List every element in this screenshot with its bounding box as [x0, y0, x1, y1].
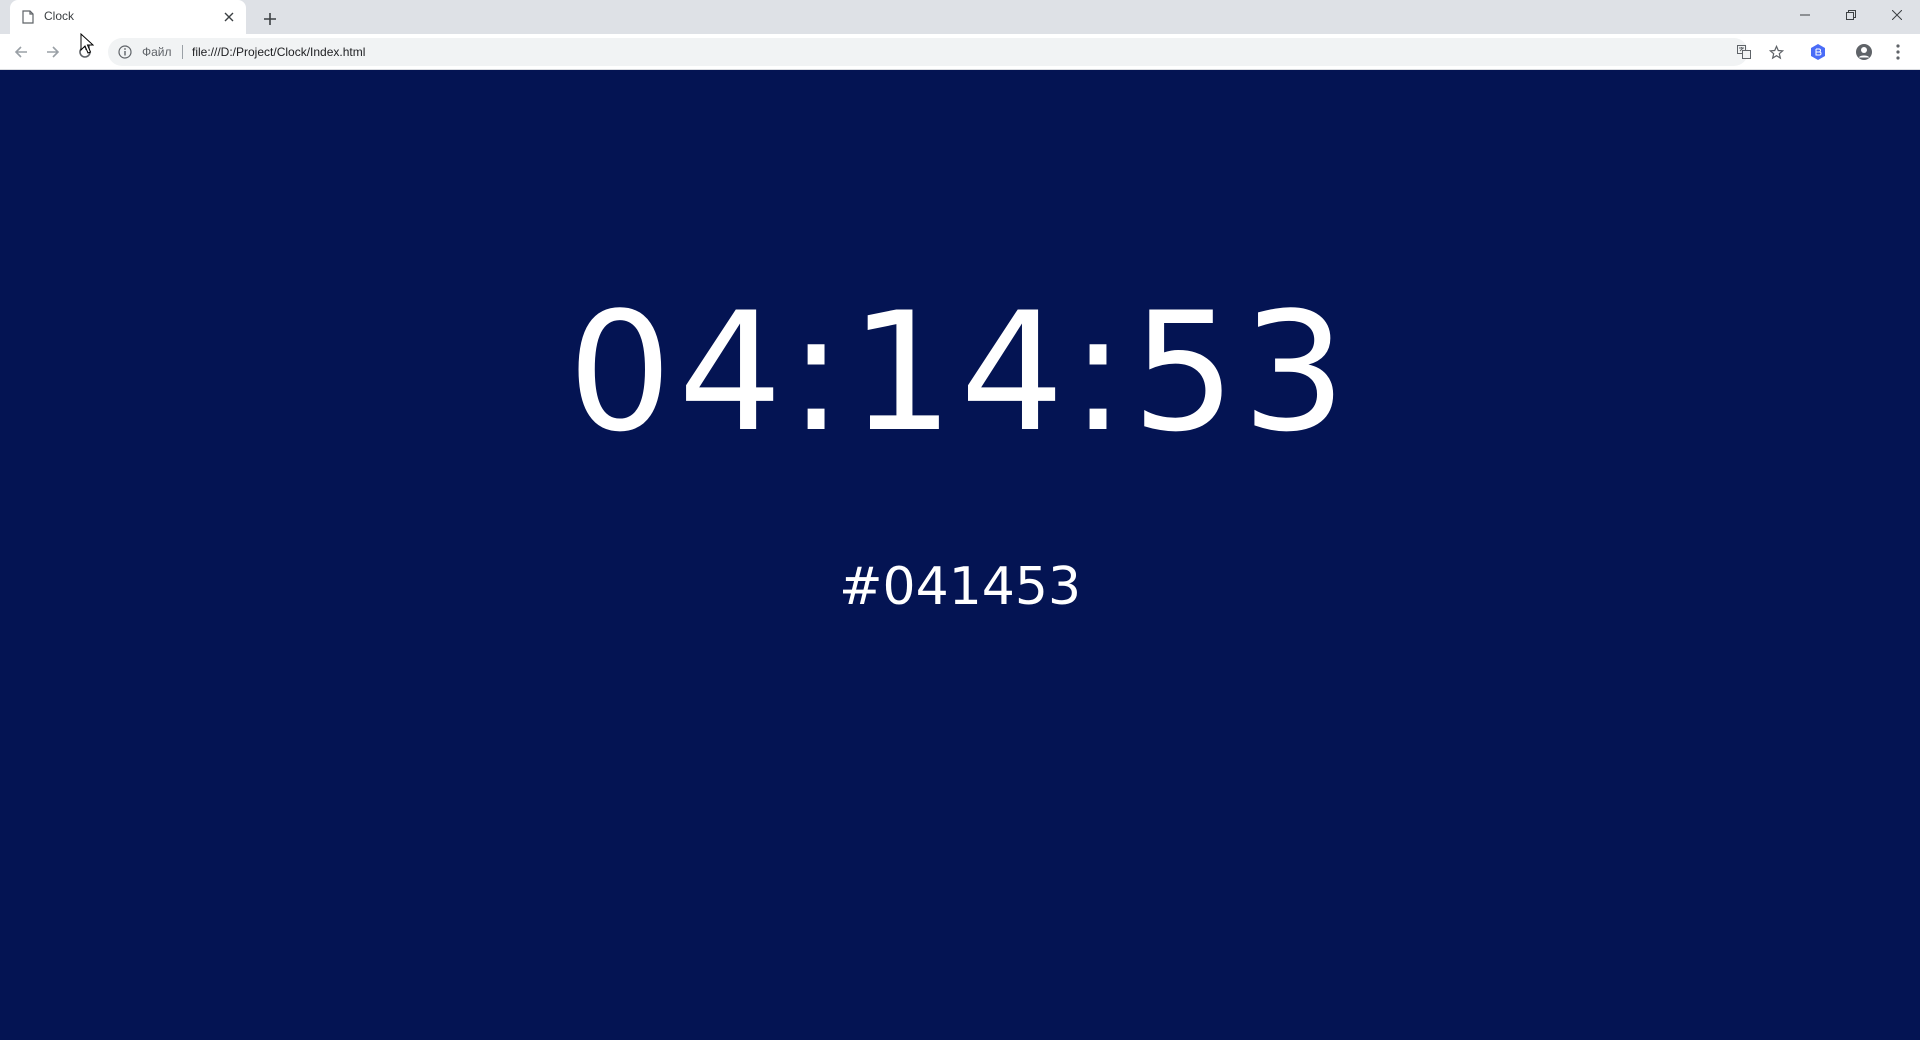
back-button[interactable] [8, 39, 34, 65]
clock-page: 04:14:53 #041453 [0, 71, 1920, 1040]
star-icon [1768, 44, 1784, 59]
bookmark-button[interactable] [1768, 44, 1784, 60]
back-icon [14, 46, 27, 58]
forward-button[interactable] [40, 39, 66, 65]
hex-color-display: #041453 [838, 557, 1082, 617]
new-tab-icon [264, 13, 276, 25]
minimize-button[interactable] [1782, 0, 1828, 30]
extension-icon [1811, 44, 1825, 60]
window-close-button[interactable] [1874, 0, 1920, 30]
menu-icon [1896, 44, 1900, 60]
translate-icon [1737, 45, 1751, 59]
tab-close-button[interactable] [220, 8, 238, 26]
minimize-icon [1800, 14, 1810, 16]
tab-strip: Clock [0, 0, 1920, 34]
extension-button[interactable] [1808, 42, 1828, 62]
profile-icon [1856, 44, 1872, 60]
new-tab-button[interactable] [258, 7, 282, 31]
omnibox-separator [182, 45, 183, 59]
tab-title: Clock [44, 9, 75, 23]
address-bar[interactable]: Файл file:///D:/Project/Clock/Index.html [108, 38, 1784, 66]
close-icon [1892, 10, 1902, 20]
restore-button[interactable] [1828, 0, 1874, 30]
scheme-label: Файл [142, 45, 172, 59]
profile-button[interactable] [1854, 42, 1874, 62]
translate-button[interactable] [1736, 44, 1752, 60]
close-icon [224, 12, 234, 22]
menu-button[interactable] [1888, 42, 1908, 62]
cursor-icon [80, 33, 94, 54]
page-icon [22, 10, 34, 24]
time-display: 04:14:53 [567, 277, 1353, 468]
browser-toolbar: Файл file:///D:/Project/Clock/Index.html [0, 34, 1920, 70]
info-icon[interactable] [118, 45, 132, 59]
url-text[interactable]: file:///D:/Project/Clock/Index.html [192, 45, 365, 59]
tab-clock[interactable]: Clock [10, 0, 246, 34]
restore-icon [1846, 10, 1856, 20]
forward-icon [47, 46, 60, 58]
